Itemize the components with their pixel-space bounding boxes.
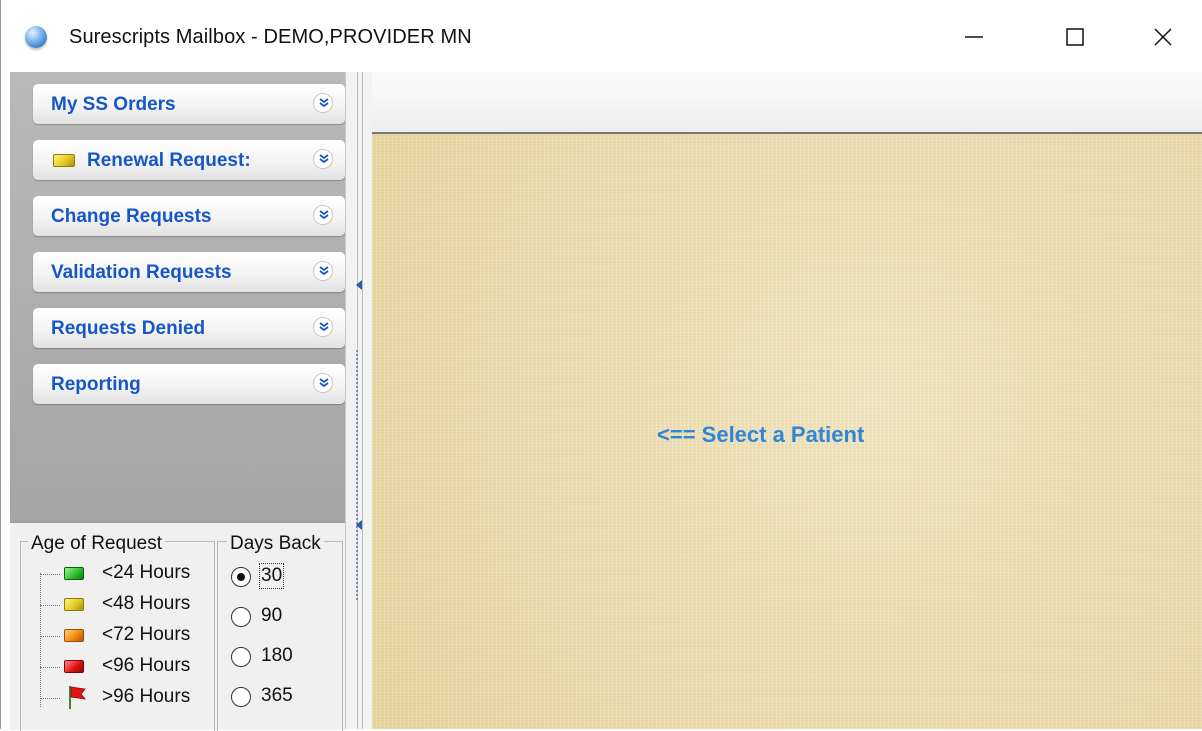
nav-validation-requests[interactable]: Validation Requests bbox=[33, 252, 345, 292]
surescripts-globe-icon bbox=[25, 26, 47, 48]
red-flag-icon bbox=[69, 686, 86, 709]
radio-label: 180 bbox=[261, 645, 293, 666]
radio-label: 90 bbox=[261, 605, 283, 626]
detail-header-bar bbox=[372, 72, 1202, 134]
chevron-down-icon[interactable] bbox=[313, 261, 333, 281]
chevron-down-icon[interactable] bbox=[313, 317, 333, 337]
nav-reporting[interactable]: Reporting bbox=[33, 364, 345, 404]
select-patient-prompt: <== Select a Patient bbox=[657, 422, 865, 447]
close-icon bbox=[1154, 28, 1172, 46]
legend-tree-line bbox=[40, 573, 42, 707]
legend-area: Age of Request <24 Hours <48 Hours <72 H… bbox=[10, 522, 345, 731]
chevron-down-icon[interactable] bbox=[313, 205, 333, 225]
radio-label: 365 bbox=[261, 685, 293, 706]
yellow-indicator-icon bbox=[53, 154, 75, 167]
legend-item-label: <48 Hours bbox=[102, 593, 191, 614]
nav-item-label: Renewal Request: bbox=[87, 150, 251, 171]
title-bar: Surescripts Mailbox - DEMO,PROVIDER MN bbox=[1, 0, 1202, 72]
nav-renewal-requests[interactable]: Renewal Request: bbox=[33, 140, 345, 180]
nav-item-label: My SS Orders bbox=[51, 94, 176, 115]
legend-item-label: <72 Hours bbox=[102, 624, 191, 645]
orange-indicator-icon bbox=[64, 629, 84, 642]
radio-label: 30 bbox=[258, 563, 285, 589]
window-title: Surescripts Mailbox - DEMO,PROVIDER MN bbox=[69, 26, 472, 48]
days-back-title: Days Back bbox=[227, 533, 324, 555]
pane-splitter[interactable] bbox=[345, 72, 372, 729]
age-of-request-title: Age of Request bbox=[28, 533, 165, 555]
mailbox-window: Surescripts Mailbox - DEMO,PROVIDER MN M… bbox=[0, 0, 1202, 731]
patient-detail-area: <== Select a Patient bbox=[372, 134, 1202, 729]
legend-item-label: >96 Hours bbox=[102, 686, 191, 707]
chevron-down-icon[interactable] bbox=[313, 149, 333, 169]
maximize-icon bbox=[1066, 28, 1084, 46]
chevron-down-icon[interactable] bbox=[313, 93, 333, 113]
legend-item-label: <96 Hours bbox=[102, 655, 191, 676]
minimize-icon bbox=[965, 36, 983, 38]
green-indicator-icon bbox=[64, 567, 84, 580]
minimize-button[interactable] bbox=[946, 14, 1002, 60]
legend-item-label: <24 Hours bbox=[102, 562, 191, 583]
nav-item-label: Change Requests bbox=[51, 206, 212, 227]
nav-item-label: Validation Requests bbox=[51, 262, 232, 283]
yellow-indicator-icon bbox=[64, 598, 84, 611]
maximize-button[interactable] bbox=[1047, 14, 1103, 60]
nav-requests-denied[interactable]: Requests Denied bbox=[33, 308, 345, 348]
nav-item-label: Reporting bbox=[51, 374, 141, 395]
red-indicator-icon bbox=[64, 660, 84, 673]
chevron-down-icon[interactable] bbox=[313, 373, 333, 393]
collapse-left-arrow-icon[interactable] bbox=[356, 520, 362, 530]
radio-selected-dot bbox=[237, 573, 245, 581]
nav-item-label: Requests Denied bbox=[51, 318, 206, 339]
close-button[interactable] bbox=[1135, 14, 1191, 60]
splitter-grip[interactable] bbox=[356, 350, 366, 600]
collapse-left-arrow-icon[interactable] bbox=[356, 280, 362, 290]
nav-my-ss-orders[interactable]: My SS Orders bbox=[33, 84, 345, 124]
nav-change-requests[interactable]: Change Requests bbox=[33, 196, 345, 236]
